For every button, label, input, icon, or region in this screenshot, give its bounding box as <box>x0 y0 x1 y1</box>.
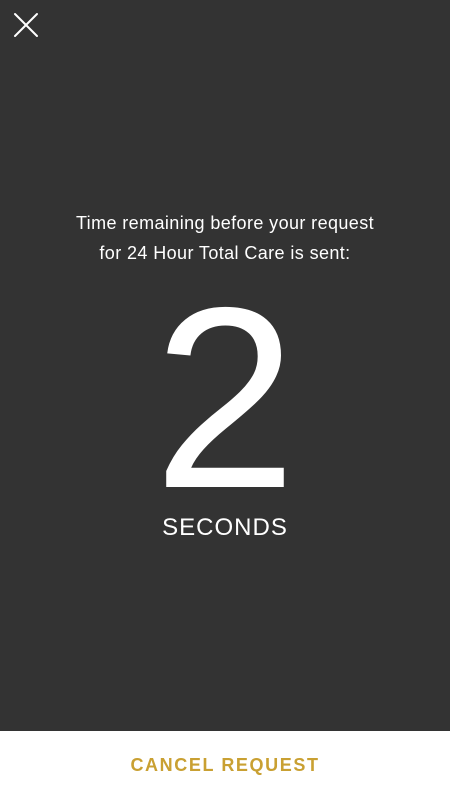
close-icon <box>14 13 38 37</box>
countdown-screen: Time remaining before your request for 2… <box>0 0 450 800</box>
countdown-unit: SECONDS <box>162 514 288 541</box>
countdown-panel: Time remaining before your request for 2… <box>0 0 450 731</box>
footer-bar: CANCEL REQUEST <box>0 731 450 800</box>
message-line-1: Time remaining before your request <box>75 213 375 233</box>
countdown-value: 2 <box>153 253 297 542</box>
close-button[interactable] <box>12 11 40 39</box>
cancel-request-button[interactable]: CANCEL REQUEST <box>114 747 335 784</box>
